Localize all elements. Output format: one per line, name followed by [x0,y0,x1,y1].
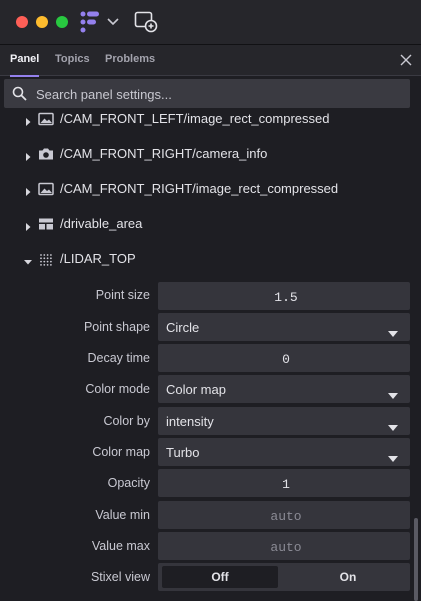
topic-row-expanded[interactable]: /LIDAR_TOP [0,247,412,271]
image-icon [38,181,54,197]
opacity-field [158,469,414,499]
dropdown-arrow-icon [388,449,398,462]
color-by-label: Color by [103,414,150,428]
sidebar-tabs: Panel Topics Problems [0,45,421,77]
opacity-label: Opacity [107,476,150,490]
point-shape-label: Point shape [83,320,150,334]
decay-time-label: Decay time [87,351,150,365]
value-max-label: Value max [91,539,150,553]
search-bar [4,79,410,110]
topic-label: /CAM_FRONT_RIGHT/image_rect_compressed [60,181,339,196]
grid-map-icon [38,216,54,232]
add-panel-icon[interactable] [134,11,158,33]
dropdown-arrow-icon [388,324,398,337]
decay-time-input[interactable] [158,344,414,374]
color-mode-value: Color map [166,382,226,397]
value-min-field [158,501,414,531]
dropdown-arrow-icon [388,418,398,431]
app-logo-icon[interactable] [80,11,100,33]
topic-label: /LIDAR_TOP [60,251,136,266]
value-min-label: Value min [95,508,150,522]
chevron-down-icon[interactable] [106,14,120,28]
color-map-value: Turbo [166,445,200,460]
decay-time-field [158,344,414,374]
point-cloud-icon [38,251,54,267]
stixel-off-option[interactable]: Off [162,566,278,588]
close-icon[interactable] [399,53,413,67]
maximize-window-button[interactable] [56,16,68,28]
tab-panel[interactable]: Panel [10,45,40,77]
point-size-label: Point size [95,288,150,302]
search-input[interactable] [34,79,398,110]
opacity-input[interactable] [158,469,414,499]
stixel-on-option[interactable]: On [290,566,406,588]
minimize-window-button[interactable] [36,16,48,28]
topic-label: /drivable_area [60,216,143,231]
point-shape-select[interactable]: Circle [158,313,410,341]
stixel-view-label: Stixel view [90,570,150,584]
point-shape-value: Circle [166,320,200,335]
color-by-select[interactable]: intensity [158,407,410,435]
topic-row[interactable]: /drivable_area [0,212,412,236]
topic-row[interactable]: /CAM_FRONT_RIGHT/image_rect_compressed [0,177,412,201]
color-mode-select[interactable]: Color map [158,375,410,403]
chevron-down-icon[interactable] [23,254,33,265]
topic-label: /CAM_FRONT_LEFT/image_rect_compressed [60,111,330,126]
topic-row[interactable]: /CAM_FRONT_RIGHT/camera_info [0,142,412,166]
topic-row[interactable]: /CAM_FRONT_LEFT/image_rect_compressed [0,107,412,131]
window-titlebar [0,0,421,45]
image-icon [38,111,54,127]
point-size-field [158,282,414,312]
color-by-value: intensity [166,414,214,429]
camera-icon [38,146,54,162]
dropdown-arrow-icon [388,386,398,399]
stixel-view-toggle: Off On [158,563,410,591]
value-max-field [158,532,414,562]
chevron-right-icon[interactable] [23,149,33,161]
color-map-label: Color map [92,445,150,459]
tab-problems[interactable]: Problems [105,45,155,75]
topic-label: /CAM_FRONT_RIGHT/camera_info [60,146,268,161]
color-map-select[interactable]: Turbo [158,438,410,466]
chevron-right-icon[interactable] [23,219,33,231]
close-window-button[interactable] [16,16,28,28]
point-size-input[interactable] [158,282,414,312]
chevron-right-icon[interactable] [23,114,33,126]
search-icon [12,86,27,101]
tab-topics[interactable]: Topics [55,45,90,75]
color-mode-label: Color mode [85,382,150,396]
chevron-right-icon[interactable] [23,184,33,196]
scrollbar[interactable] [414,518,418,601]
value-min-input[interactable] [158,501,414,531]
value-max-input[interactable] [158,532,414,562]
